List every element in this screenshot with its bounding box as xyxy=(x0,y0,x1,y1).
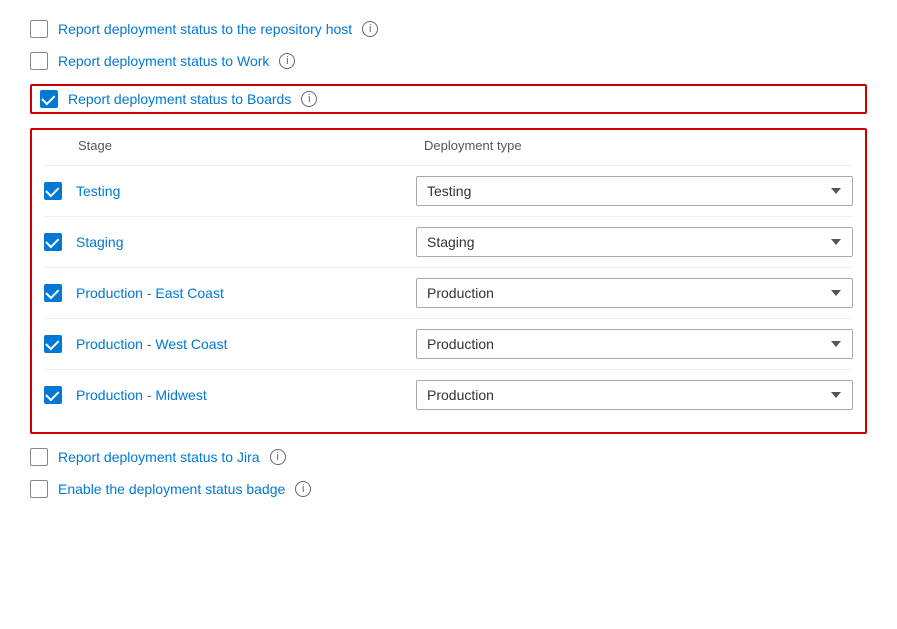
stage-name-staging: Staging xyxy=(76,234,416,250)
info-icon-repo-host[interactable]: i xyxy=(362,21,378,37)
label-work: Report deployment status to Work xyxy=(58,53,269,69)
select-testing[interactable]: Testing Staging Production xyxy=(416,176,853,206)
checkbox-repo-host[interactable] xyxy=(30,20,48,38)
stage-row-staging: Staging Testing Staging Production xyxy=(44,216,853,267)
checkbox-work[interactable] xyxy=(30,52,48,70)
select-staging[interactable]: Testing Staging Production xyxy=(416,227,853,257)
option-badge: Enable the deployment status badge i xyxy=(30,480,867,498)
select-wrapper-midwest: Testing Staging Production xyxy=(416,380,853,410)
deploy-select-midwest: Testing Staging Production xyxy=(416,380,853,410)
info-icon-badge[interactable]: i xyxy=(295,481,311,497)
stage-row-west-coast: Production - West Coast Testing Staging … xyxy=(44,318,853,369)
label-jira: Report deployment status to Jira xyxy=(58,449,260,465)
deploy-select-east-coast: Testing Staging Production xyxy=(416,278,853,308)
select-east-coast[interactable]: Testing Staging Production xyxy=(416,278,853,308)
deploy-select-testing: Testing Staging Production xyxy=(416,176,853,206)
stage-row-east-coast: Production - East Coast Testing Staging … xyxy=(44,267,853,318)
stage-row-midwest: Production - Midwest Testing Staging Pro… xyxy=(44,369,853,420)
stage-name-west-coast: Production - West Coast xyxy=(76,336,416,352)
select-wrapper-east-coast: Testing Staging Production xyxy=(416,278,853,308)
stage-name-midwest: Production - Midwest xyxy=(76,387,416,403)
checkbox-staging[interactable] xyxy=(44,233,62,251)
checkbox-jira[interactable] xyxy=(30,448,48,466)
checkbox-boards[interactable] xyxy=(40,90,58,108)
checkbox-east-coast[interactable] xyxy=(44,284,62,302)
checkbox-west-coast[interactable] xyxy=(44,335,62,353)
option-repo-host: Report deployment status to the reposito… xyxy=(30,20,867,38)
checkbox-badge[interactable] xyxy=(30,480,48,498)
stage-name-testing: Testing xyxy=(76,183,416,199)
col-stage-header: Stage xyxy=(44,138,424,153)
label-boards: Report deployment status to Boards xyxy=(68,91,291,107)
deploy-select-west-coast: Testing Staging Production xyxy=(416,329,853,359)
select-wrapper-west-coast: Testing Staging Production xyxy=(416,329,853,359)
info-icon-work[interactable]: i xyxy=(279,53,295,69)
deploy-select-staging: Testing Staging Production xyxy=(416,227,853,257)
col-deploy-header: Deployment type xyxy=(424,138,853,153)
stage-table-container: Stage Deployment type Testing Testing St… xyxy=(30,128,867,434)
stage-name-east-coast: Production - East Coast xyxy=(76,285,416,301)
stage-row-testing: Testing Testing Staging Production xyxy=(44,165,853,216)
checkbox-midwest[interactable] xyxy=(44,386,62,404)
select-wrapper-staging: Testing Staging Production xyxy=(416,227,853,257)
select-west-coast[interactable]: Testing Staging Production xyxy=(416,329,853,359)
checkbox-testing[interactable] xyxy=(44,182,62,200)
select-midwest[interactable]: Testing Staging Production xyxy=(416,380,853,410)
option-boards: Report deployment status to Boards i xyxy=(30,84,867,114)
label-repo-host: Report deployment status to the reposito… xyxy=(58,21,352,37)
label-badge: Enable the deployment status badge xyxy=(58,481,285,497)
option-work: Report deployment status to Work i xyxy=(30,52,867,70)
info-icon-jira[interactable]: i xyxy=(270,449,286,465)
option-jira: Report deployment status to Jira i xyxy=(30,448,867,466)
info-icon-boards[interactable]: i xyxy=(301,91,317,107)
stage-table-header: Stage Deployment type xyxy=(44,138,853,157)
select-wrapper-testing: Testing Staging Production xyxy=(416,176,853,206)
